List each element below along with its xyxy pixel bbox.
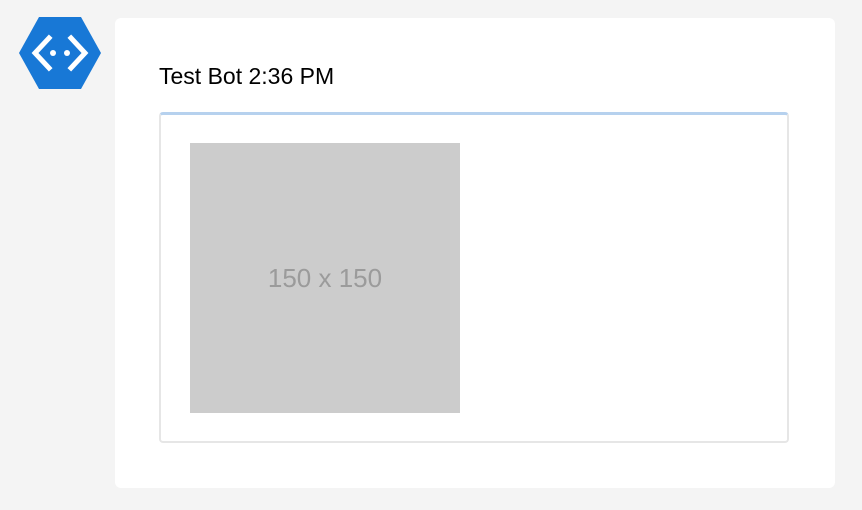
sender-name: Test Bot [159,63,243,89]
bot-avatar [18,16,102,90]
image-placeholder-label: 150 x 150 [267,262,383,293]
bot-framework-icon [19,17,101,89]
message-header: Test Bot 2:36 PM [159,62,334,90]
attachment-image[interactable]: 150 x 150 [190,143,460,413]
bot-message: Test Bot 2:36 PM 150 x 150 [115,18,835,488]
attachment-card: 150 x 150 [159,112,789,443]
message-timestamp: 2:36 PM [248,63,335,89]
